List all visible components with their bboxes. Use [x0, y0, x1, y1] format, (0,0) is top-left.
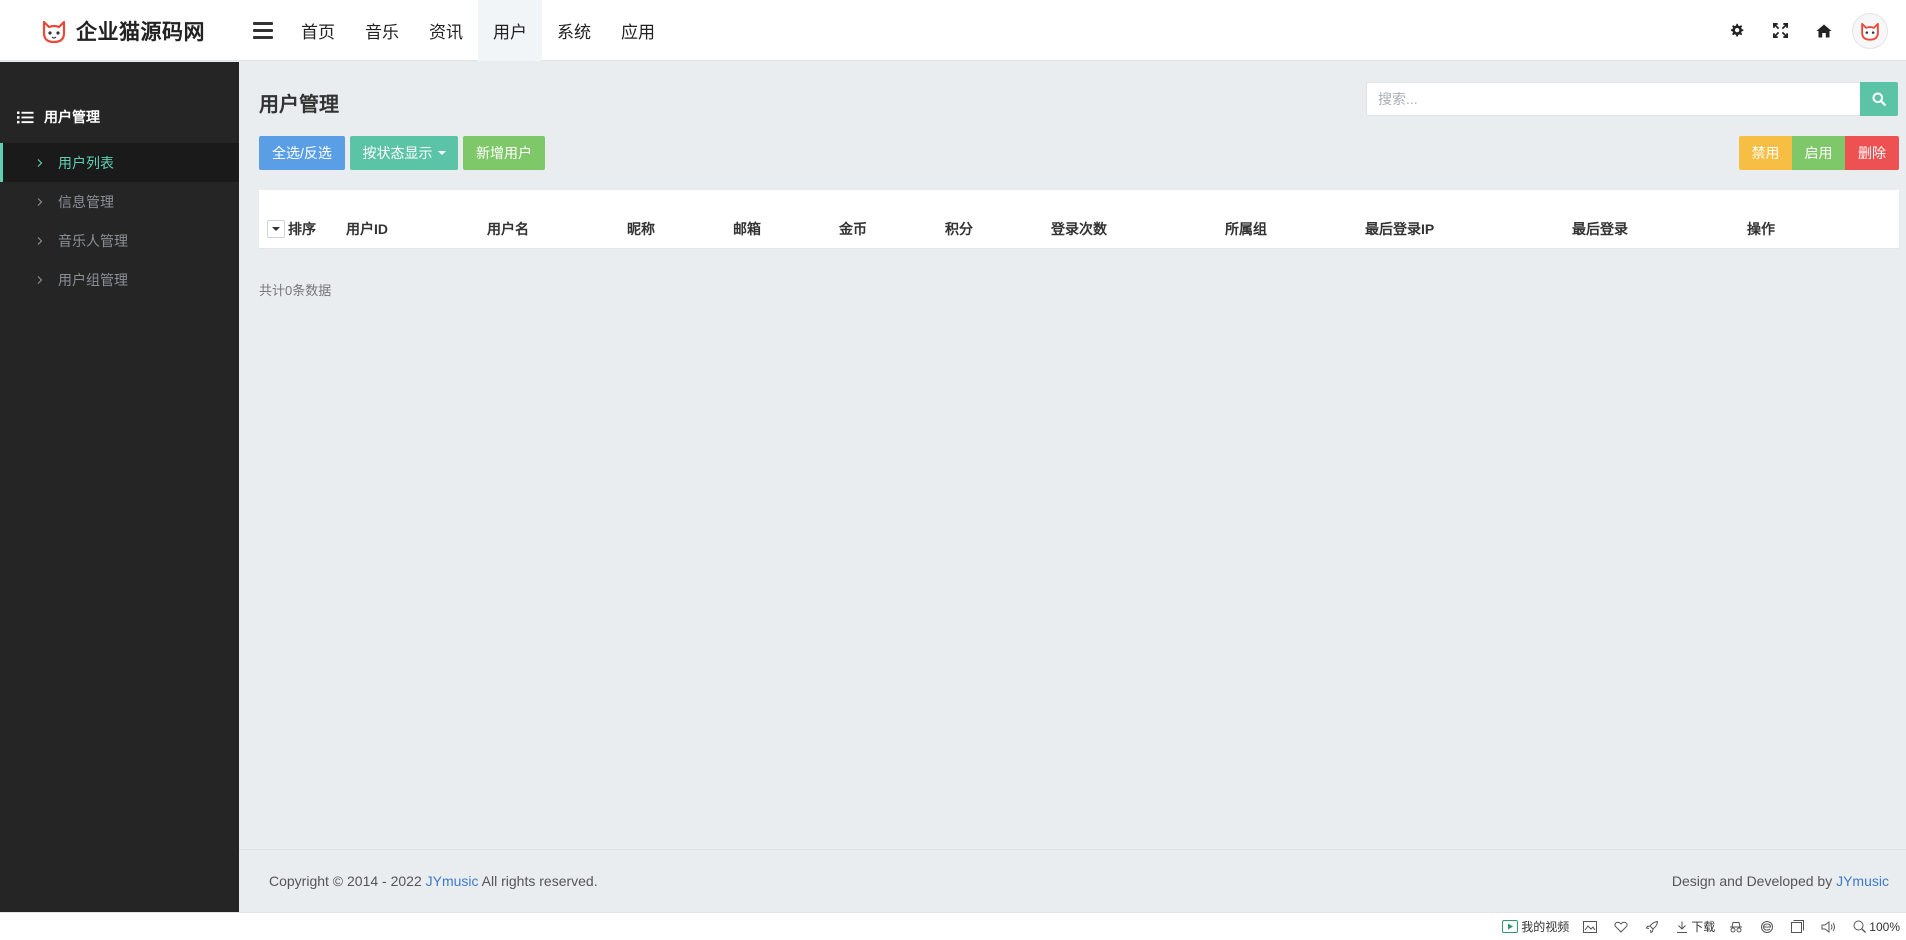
search-button[interactable] [1860, 82, 1898, 116]
disable-button[interactable]: 禁用 [1739, 136, 1792, 170]
rights-text: All rights reserved. [481, 873, 598, 889]
designed-by-text: Design and Developed by [1671, 873, 1833, 889]
heart-icon [1614, 921, 1628, 933]
sort-dropdown[interactable] [267, 220, 285, 238]
cat-logo-icon [42, 20, 66, 43]
nav-music[interactable]: 音乐 [350, 0, 414, 61]
my-video-button[interactable]: 我的视频 [1502, 918, 1569, 935]
browser-status-bar: 我的视频 下载 100% [0, 912, 1906, 940]
delete-button[interactable]: 删除 [1845, 136, 1899, 170]
chevron-right-icon [37, 275, 43, 284]
menu-toggle-icon[interactable] [253, 22, 273, 39]
sidebar-item-user-groups[interactable]: 用户组管理 [0, 260, 239, 299]
image-tool[interactable] [1583, 920, 1600, 933]
nav-user[interactable]: 用户 [478, 0, 542, 61]
total-count: 共计0条数据 [259, 283, 332, 298]
chevron-right-icon [37, 158, 43, 167]
home-icon[interactable] [1802, 0, 1846, 61]
video-icon [1502, 920, 1519, 933]
top-nav: 首页 音乐 资讯 用户 系统 应用 [286, 0, 670, 61]
image-icon [1583, 920, 1598, 933]
th-last-login[interactable]: 最后登录 [1572, 217, 1628, 241]
sidebar-item-label: 信息管理 [58, 193, 114, 210]
sidebar: 用户管理 用户列表 信息管理 音乐人管理 用户组管理 [0, 62, 239, 912]
rocket-icon [1645, 920, 1659, 933]
th-nickname[interactable]: 昵称 [627, 217, 655, 241]
sidebar-item-musicians[interactable]: 音乐人管理 [0, 221, 239, 260]
sidebar-item-user-list[interactable]: 用户列表 [0, 143, 239, 182]
filter-status-label: 按状态显示 [362, 145, 433, 161]
zoom-icon [1853, 920, 1867, 933]
caret-down-icon [272, 227, 280, 231]
download-button[interactable]: 下载 [1676, 918, 1715, 935]
table-header: 排序 用户ID 用户名 昵称 邮箱 金币 积分 登录次数 所属组 最后登录IP … [259, 217, 1899, 241]
zoom-level: 100% [1869, 919, 1900, 934]
brand-logo[interactable]: 企业猫源码网 [40, 0, 205, 61]
search-box [1366, 82, 1898, 116]
filter-status-button[interactable]: 按状态显示 [350, 136, 458, 170]
th-group[interactable]: 所属组 [1225, 217, 1267, 241]
sidebar-title-label: 用户管理 [44, 109, 100, 125]
sidebar-title: 用户管理 [17, 107, 100, 127]
speaker-icon [1821, 920, 1836, 933]
th-email[interactable]: 邮箱 [733, 217, 761, 241]
sidebar-item-info[interactable]: 信息管理 [0, 182, 239, 221]
window-icon [1791, 920, 1805, 933]
select-all-button[interactable]: 全选/反选 [259, 136, 345, 170]
accelerate-tool[interactable] [1645, 920, 1662, 934]
user-table: 排序 用户ID 用户名 昵称 邮箱 金币 积分 登录次数 所属组 最后登录IP … [259, 190, 1899, 249]
chevron-right-icon [37, 197, 43, 206]
window-tool[interactable] [1791, 920, 1807, 933]
top-header: 企业猫源码网 首页 音乐 资讯 用户 系统 应用 [0, 0, 1906, 61]
th-login-count[interactable]: 登录次数 [1051, 217, 1107, 241]
footer-designer-link[interactable]: JYmusic [1836, 873, 1889, 889]
zoom-control[interactable]: 100% [1853, 920, 1900, 934]
th-actions: 操作 [1747, 221, 1775, 237]
cat-avatar-icon [1861, 22, 1879, 41]
enable-button[interactable]: 启用 [1792, 136, 1845, 170]
download-icon [1677, 921, 1688, 933]
page-title: 用户管理 [259, 94, 339, 116]
browser-e-icon [1761, 920, 1774, 933]
th-last-login-ip[interactable]: 最后登录IP [1365, 217, 1434, 241]
header-actions [1714, 0, 1906, 61]
caret-down-icon [437, 151, 446, 155]
add-user-button[interactable]: 新增用户 [463, 136, 545, 170]
gear-icon[interactable] [1714, 0, 1758, 61]
th-points[interactable]: 积分 [945, 217, 973, 241]
incognito-icon [1730, 921, 1743, 932]
browser-icon-tool[interactable] [1760, 920, 1777, 934]
nav-system[interactable]: 系统 [542, 0, 606, 61]
sort-label: 排序 [288, 221, 316, 237]
footer-copyright: Copyright © 2014 - 2022 JYmusic All righ… [269, 873, 598, 889]
nav-news[interactable]: 资讯 [414, 0, 478, 61]
incognito-tool[interactable] [1729, 921, 1746, 933]
list-icon [17, 111, 34, 123]
sidebar-item-label: 用户列表 [58, 154, 114, 171]
copyright-text: Copyright © 2014 - 2022 [269, 873, 422, 889]
brand-name: 企业猫源码网 [76, 20, 205, 44]
health-tool[interactable] [1614, 921, 1631, 933]
bulk-action-group: 禁用 启用 删除 [1739, 136, 1899, 170]
search-input[interactable] [1366, 82, 1860, 116]
th-sort: 排序 [267, 217, 316, 241]
avatar[interactable] [1852, 12, 1888, 49]
th-user-id[interactable]: 用户ID [346, 217, 388, 241]
fullscreen-icon[interactable] [1758, 0, 1802, 61]
download-label: 下载 [1691, 920, 1716, 934]
search-icon [1872, 92, 1886, 106]
my-video-label: 我的视频 [1521, 920, 1570, 934]
sidebar-item-label: 音乐人管理 [58, 232, 128, 249]
th-coins[interactable]: 金币 [839, 217, 867, 241]
th-username[interactable]: 用户名 [487, 217, 529, 241]
nav-apps[interactable]: 应用 [606, 0, 670, 61]
sidebar-item-label: 用户组管理 [58, 271, 128, 288]
footer-brand-link[interactable]: JYmusic [426, 873, 479, 889]
footer-credits: Design and Developed by JYmusic [1672, 873, 1889, 889]
footer: Copyright © 2014 - 2022 JYmusic All righ… [239, 849, 1906, 912]
volume-tool[interactable] [1821, 920, 1839, 933]
chevron-right-icon [37, 236, 43, 245]
nav-home[interactable]: 首页 [286, 0, 350, 61]
